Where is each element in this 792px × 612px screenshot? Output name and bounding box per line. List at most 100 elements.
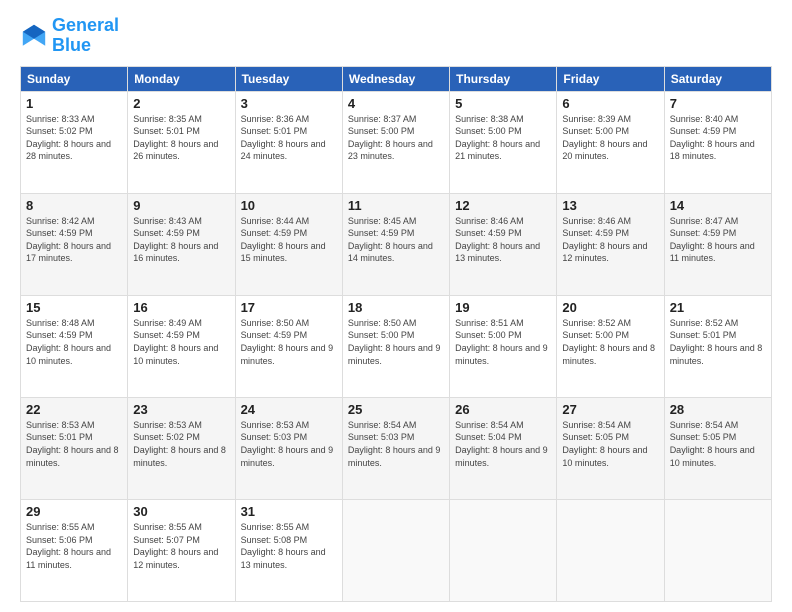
calendar-cell: 30 Sunrise: 8:55 AMSunset: 5:07 PMDaylig… — [128, 499, 235, 601]
day-number: 3 — [241, 96, 337, 111]
day-number: 4 — [348, 96, 444, 111]
day-number: 30 — [133, 504, 229, 519]
day-info: Sunrise: 8:46 AMSunset: 4:59 PMDaylight:… — [455, 215, 551, 265]
day-number: 6 — [562, 96, 658, 111]
calendar-header-wednesday: Wednesday — [342, 66, 449, 91]
day-info: Sunrise: 8:49 AMSunset: 4:59 PMDaylight:… — [133, 317, 229, 367]
calendar-cell: 14 Sunrise: 8:47 AMSunset: 4:59 PMDaylig… — [664, 193, 771, 295]
day-number: 14 — [670, 198, 766, 213]
day-info: Sunrise: 8:38 AMSunset: 5:00 PMDaylight:… — [455, 113, 551, 163]
calendar-cell: 13 Sunrise: 8:46 AMSunset: 4:59 PMDaylig… — [557, 193, 664, 295]
day-info: Sunrise: 8:53 AMSunset: 5:03 PMDaylight:… — [241, 419, 337, 469]
calendar-cell: 16 Sunrise: 8:49 AMSunset: 4:59 PMDaylig… — [128, 295, 235, 397]
calendar-cell: 3 Sunrise: 8:36 AMSunset: 5:01 PMDayligh… — [235, 91, 342, 193]
calendar-cell — [557, 499, 664, 601]
calendar-week-3: 15 Sunrise: 8:48 AMSunset: 4:59 PMDaylig… — [21, 295, 772, 397]
calendar-cell: 24 Sunrise: 8:53 AMSunset: 5:03 PMDaylig… — [235, 397, 342, 499]
calendar-week-1: 1 Sunrise: 8:33 AMSunset: 5:02 PMDayligh… — [21, 91, 772, 193]
day-info: Sunrise: 8:54 AMSunset: 5:03 PMDaylight:… — [348, 419, 444, 469]
day-info: Sunrise: 8:45 AMSunset: 4:59 PMDaylight:… — [348, 215, 444, 265]
day-info: Sunrise: 8:36 AMSunset: 5:01 PMDaylight:… — [241, 113, 337, 163]
calendar-table: SundayMondayTuesdayWednesdayThursdayFrid… — [20, 66, 772, 602]
day-info: Sunrise: 8:54 AMSunset: 5:04 PMDaylight:… — [455, 419, 551, 469]
calendar-header-thursday: Thursday — [450, 66, 557, 91]
calendar-header-tuesday: Tuesday — [235, 66, 342, 91]
day-number: 23 — [133, 402, 229, 417]
day-number: 17 — [241, 300, 337, 315]
calendar-cell: 28 Sunrise: 8:54 AMSunset: 5:05 PMDaylig… — [664, 397, 771, 499]
calendar-header-monday: Monday — [128, 66, 235, 91]
calendar-cell: 17 Sunrise: 8:50 AMSunset: 4:59 PMDaylig… — [235, 295, 342, 397]
calendar-cell: 29 Sunrise: 8:55 AMSunset: 5:06 PMDaylig… — [21, 499, 128, 601]
day-number: 2 — [133, 96, 229, 111]
calendar-cell: 27 Sunrise: 8:54 AMSunset: 5:05 PMDaylig… — [557, 397, 664, 499]
day-number: 9 — [133, 198, 229, 213]
calendar-header-friday: Friday — [557, 66, 664, 91]
day-number: 31 — [241, 504, 337, 519]
day-number: 22 — [26, 402, 122, 417]
day-number: 24 — [241, 402, 337, 417]
header: General Blue — [20, 16, 772, 56]
day-number: 8 — [26, 198, 122, 213]
day-info: Sunrise: 8:51 AMSunset: 5:00 PMDaylight:… — [455, 317, 551, 367]
day-info: Sunrise: 8:54 AMSunset: 5:05 PMDaylight:… — [562, 419, 658, 469]
day-info: Sunrise: 8:55 AMSunset: 5:08 PMDaylight:… — [241, 521, 337, 571]
calendar-cell: 22 Sunrise: 8:53 AMSunset: 5:01 PMDaylig… — [21, 397, 128, 499]
calendar-cell: 1 Sunrise: 8:33 AMSunset: 5:02 PMDayligh… — [21, 91, 128, 193]
calendar-cell: 15 Sunrise: 8:48 AMSunset: 4:59 PMDaylig… — [21, 295, 128, 397]
logo-text: General Blue — [52, 16, 119, 56]
calendar-cell: 10 Sunrise: 8:44 AMSunset: 4:59 PMDaylig… — [235, 193, 342, 295]
day-info: Sunrise: 8:44 AMSunset: 4:59 PMDaylight:… — [241, 215, 337, 265]
day-info: Sunrise: 8:55 AMSunset: 5:06 PMDaylight:… — [26, 521, 122, 571]
calendar-cell: 8 Sunrise: 8:42 AMSunset: 4:59 PMDayligh… — [21, 193, 128, 295]
calendar-body: 1 Sunrise: 8:33 AMSunset: 5:02 PMDayligh… — [21, 91, 772, 601]
day-number: 15 — [26, 300, 122, 315]
day-info: Sunrise: 8:40 AMSunset: 4:59 PMDaylight:… — [670, 113, 766, 163]
calendar-cell: 6 Sunrise: 8:39 AMSunset: 5:00 PMDayligh… — [557, 91, 664, 193]
calendar-cell: 5 Sunrise: 8:38 AMSunset: 5:00 PMDayligh… — [450, 91, 557, 193]
day-number: 11 — [348, 198, 444, 213]
day-info: Sunrise: 8:52 AMSunset: 5:01 PMDaylight:… — [670, 317, 766, 367]
calendar-cell: 2 Sunrise: 8:35 AMSunset: 5:01 PMDayligh… — [128, 91, 235, 193]
day-info: Sunrise: 8:52 AMSunset: 5:00 PMDaylight:… — [562, 317, 658, 367]
day-info: Sunrise: 8:54 AMSunset: 5:05 PMDaylight:… — [670, 419, 766, 469]
day-number: 10 — [241, 198, 337, 213]
day-number: 7 — [670, 96, 766, 111]
day-info: Sunrise: 8:55 AMSunset: 5:07 PMDaylight:… — [133, 521, 229, 571]
page: General Blue SundayMondayTuesdayWednesda… — [0, 0, 792, 612]
day-info: Sunrise: 8:42 AMSunset: 4:59 PMDaylight:… — [26, 215, 122, 265]
day-info: Sunrise: 8:50 AMSunset: 5:00 PMDaylight:… — [348, 317, 444, 367]
calendar-header-sunday: Sunday — [21, 66, 128, 91]
calendar-cell: 4 Sunrise: 8:37 AMSunset: 5:00 PMDayligh… — [342, 91, 449, 193]
calendar-cell: 19 Sunrise: 8:51 AMSunset: 5:00 PMDaylig… — [450, 295, 557, 397]
day-info: Sunrise: 8:39 AMSunset: 5:00 PMDaylight:… — [562, 113, 658, 163]
day-number: 5 — [455, 96, 551, 111]
day-number: 18 — [348, 300, 444, 315]
day-number: 21 — [670, 300, 766, 315]
calendar-cell: 31 Sunrise: 8:55 AMSunset: 5:08 PMDaylig… — [235, 499, 342, 601]
calendar-cell: 25 Sunrise: 8:54 AMSunset: 5:03 PMDaylig… — [342, 397, 449, 499]
day-info: Sunrise: 8:53 AMSunset: 5:02 PMDaylight:… — [133, 419, 229, 469]
day-info: Sunrise: 8:33 AMSunset: 5:02 PMDaylight:… — [26, 113, 122, 163]
day-number: 1 — [26, 96, 122, 111]
calendar-cell: 11 Sunrise: 8:45 AMSunset: 4:59 PMDaylig… — [342, 193, 449, 295]
calendar-cell: 21 Sunrise: 8:52 AMSunset: 5:01 PMDaylig… — [664, 295, 771, 397]
day-info: Sunrise: 8:46 AMSunset: 4:59 PMDaylight:… — [562, 215, 658, 265]
day-info: Sunrise: 8:53 AMSunset: 5:01 PMDaylight:… — [26, 419, 122, 469]
calendar-week-5: 29 Sunrise: 8:55 AMSunset: 5:06 PMDaylig… — [21, 499, 772, 601]
day-info: Sunrise: 8:37 AMSunset: 5:00 PMDaylight:… — [348, 113, 444, 163]
day-info: Sunrise: 8:48 AMSunset: 4:59 PMDaylight:… — [26, 317, 122, 367]
calendar-header-row: SundayMondayTuesdayWednesdayThursdayFrid… — [21, 66, 772, 91]
day-number: 26 — [455, 402, 551, 417]
calendar-cell — [664, 499, 771, 601]
calendar-cell: 12 Sunrise: 8:46 AMSunset: 4:59 PMDaylig… — [450, 193, 557, 295]
calendar-cell: 23 Sunrise: 8:53 AMSunset: 5:02 PMDaylig… — [128, 397, 235, 499]
day-info: Sunrise: 8:35 AMSunset: 5:01 PMDaylight:… — [133, 113, 229, 163]
day-number: 12 — [455, 198, 551, 213]
day-number: 13 — [562, 198, 658, 213]
calendar-cell: 20 Sunrise: 8:52 AMSunset: 5:00 PMDaylig… — [557, 295, 664, 397]
calendar-week-4: 22 Sunrise: 8:53 AMSunset: 5:01 PMDaylig… — [21, 397, 772, 499]
day-number: 20 — [562, 300, 658, 315]
logo: General Blue — [20, 16, 119, 56]
calendar-cell: 18 Sunrise: 8:50 AMSunset: 5:00 PMDaylig… — [342, 295, 449, 397]
